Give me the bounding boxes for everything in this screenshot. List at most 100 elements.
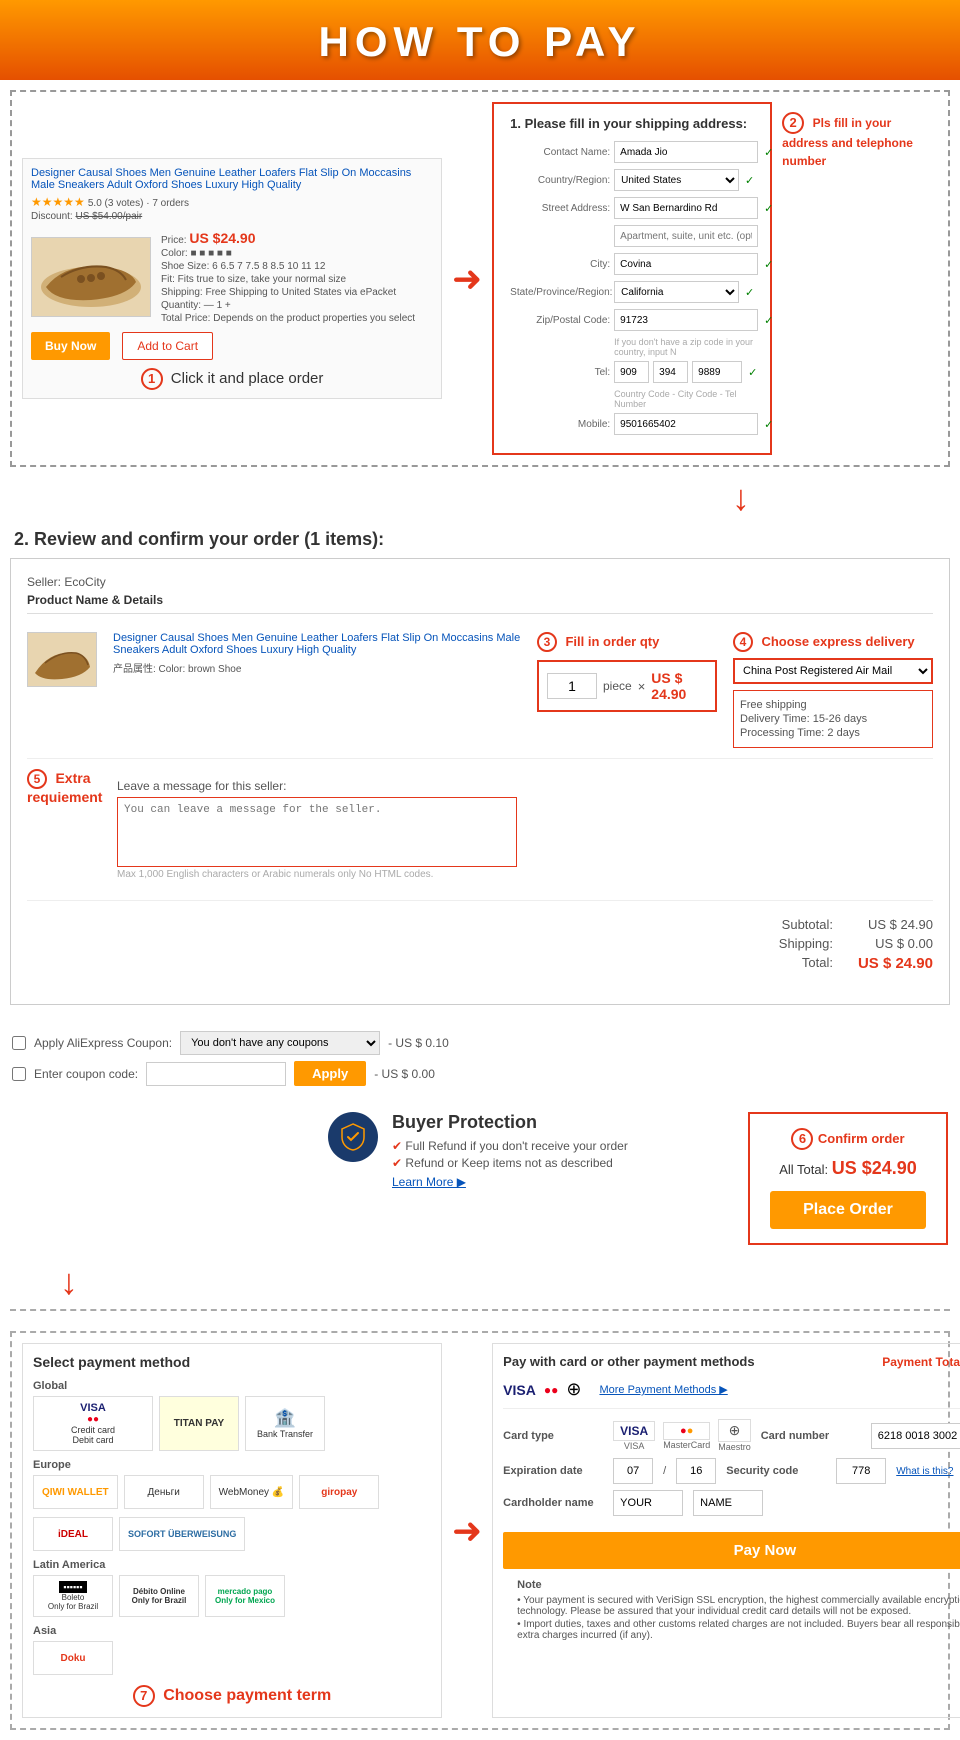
total-value: US $ 24.90 xyxy=(853,955,933,972)
shipping-method-select[interactable]: China Post Registered Air Mail xyxy=(733,658,933,684)
payment-left: Select payment method Global VISA ●● Cre… xyxy=(22,1343,442,1718)
delivery-time: Delivery Time: 15-26 days xyxy=(740,713,926,725)
section1-how-to-pay: Designer Causal Shoes Men Genuine Leathe… xyxy=(10,90,950,467)
buy-now-button[interactable]: Buy Now xyxy=(31,332,110,360)
zip-input[interactable] xyxy=(614,309,758,331)
sofort-text: SOFORT ÜBERWEISUNG xyxy=(128,1529,236,1539)
note-section: Note • Your payment is secured with Veri… xyxy=(503,1569,960,1653)
street2-input[interactable] xyxy=(614,225,758,247)
mobile-label: Mobile: xyxy=(510,419,610,430)
ideal-text: iDEAL xyxy=(58,1529,88,1540)
latin-label: Latin America xyxy=(33,1559,431,1571)
coupon-code-label: Enter coupon code: xyxy=(34,1067,138,1081)
step7-label: 7 Choose payment term xyxy=(33,1685,431,1707)
pm-sofort[interactable]: SOFORT ÜBERWEISUNG xyxy=(119,1517,245,1551)
pay-total: Payment Total US $ 24.90 xyxy=(882,1355,960,1369)
card-number-input[interactable] xyxy=(871,1423,960,1449)
pm-doku[interactable]: Doku xyxy=(33,1641,113,1675)
product-image xyxy=(31,237,151,317)
street-input[interactable] xyxy=(614,197,758,219)
arrow-down-payment-icon: ↓ xyxy=(60,1261,78,1303)
coupon-code-discount: - US $ 0.00 xyxy=(374,1067,435,1081)
cardholder-last-input[interactable] xyxy=(693,1490,763,1516)
pay-now-button[interactable]: Pay Now xyxy=(503,1532,960,1569)
exp-row: Expiration date / Security code What is … xyxy=(503,1458,960,1484)
cardholder-first-input[interactable] xyxy=(613,1490,683,1516)
more-methods-link[interactable]: More Payment Methods ▶ xyxy=(599,1383,727,1396)
qty-input-row: piece × US $ 24.90 xyxy=(537,660,717,712)
pm-dengi[interactable]: Деньги xyxy=(124,1475,204,1509)
coupon-code-checkbox[interactable] xyxy=(12,1067,26,1081)
subtotal-value: US $ 24.90 xyxy=(853,917,933,932)
pm-mercado[interactable]: mercado pagoOnly for Mexico xyxy=(205,1575,285,1617)
confirm-box: 6 Confirm order All Total: US $24.90 Pla… xyxy=(748,1112,948,1245)
state-select[interactable]: California xyxy=(614,281,739,303)
cvv-input[interactable] xyxy=(836,1458,886,1484)
europe-methods2: iDEAL SOFORT ÜBERWEISUNG xyxy=(33,1517,431,1551)
country-select[interactable]: United States xyxy=(614,169,739,191)
pm-webmoney[interactable]: WebMoney 💰 xyxy=(210,1475,294,1509)
pm-ideal[interactable]: iDEAL xyxy=(33,1517,113,1551)
pm-bank[interactable]: 🏦 Bank Transfer xyxy=(245,1396,325,1451)
total-row: Total: US $ 24.90 xyxy=(27,955,933,972)
pm-debito[interactable]: Débito OnlineOnly for Brazil xyxy=(119,1575,199,1617)
check-icon5: ✓ xyxy=(745,286,754,299)
maestro-type: ⊕ Maestro xyxy=(718,1419,751,1452)
qty-unit: piece xyxy=(603,679,632,693)
step5-circle: 5 xyxy=(27,769,47,789)
pm-qiwi[interactable]: QIWI WALLET xyxy=(33,1475,118,1509)
add-to-cart-button[interactable]: Add to Cart xyxy=(122,332,213,360)
state-label: State/Province/Region: xyxy=(510,287,610,298)
cardholder-label: Cardholder name xyxy=(503,1497,603,1509)
place-order-button[interactable]: Place Order xyxy=(770,1191,926,1229)
col-header: Product Name & Details xyxy=(27,593,933,614)
pm-visa[interactable]: VISA ●● Credit cardDebit card xyxy=(33,1396,153,1451)
doku-text: Doku xyxy=(61,1653,86,1664)
zip-note: If you don't have a zip code in your cou… xyxy=(614,337,754,357)
multiply-sign: × xyxy=(638,679,646,694)
mobile-input[interactable] xyxy=(614,413,758,435)
exp-month-input[interactable] xyxy=(613,1458,653,1484)
tel-city-input[interactable] xyxy=(653,361,688,383)
shipping-val: Free Shipping to United States via ePack… xyxy=(205,287,396,298)
card-number-label: Card number xyxy=(761,1430,861,1442)
tel-num-input[interactable] xyxy=(692,361,742,383)
europe-label: Europe xyxy=(33,1459,431,1471)
mc-text: ●● xyxy=(87,1414,99,1425)
total-price: Depends on the product properties you se… xyxy=(213,313,415,324)
pm-titan[interactable]: TITAN PAY xyxy=(159,1396,239,1451)
shipping-method-label: Choose express delivery xyxy=(761,634,914,649)
section3-divider xyxy=(10,1309,950,1311)
visa-text: VISA xyxy=(80,1402,106,1414)
msg-header: Leave a message for this seller: Max 1,0… xyxy=(117,779,933,880)
msg-textarea[interactable] xyxy=(117,797,517,867)
click-label-text: Click it and place order xyxy=(171,370,324,387)
qiwi-text: QIWI WALLET xyxy=(42,1487,109,1498)
pm-giropay[interactable]: giropay xyxy=(299,1475,379,1509)
contact-name-label: Contact Name: xyxy=(510,147,610,158)
step6-circle: 6 xyxy=(791,1128,813,1150)
learn-more-link[interactable]: Learn More ▶ xyxy=(392,1175,466,1189)
exp-year-input[interactable] xyxy=(676,1458,716,1484)
payment-left-title: Select payment method xyxy=(33,1354,431,1370)
city-input[interactable] xyxy=(614,253,758,275)
step1-circle: 1 xyxy=(141,368,163,390)
what-is-link[interactable]: What is this? xyxy=(896,1466,953,1477)
aliexpress-coupon-select[interactable]: You don't have any coupons xyxy=(180,1031,380,1055)
pm-boleto[interactable]: ▪▪▪▪▪▪ BoletoOnly for Brazil xyxy=(33,1575,113,1617)
qty-input[interactable] xyxy=(547,673,597,699)
msg-hint: Max 1,000 English characters or Arabic n… xyxy=(117,869,933,880)
apply-button[interactable]: Apply xyxy=(294,1061,366,1086)
mc-type-label: MasterCard xyxy=(663,1440,710,1450)
card-form: Card type VISA VISA ●● MasterCard ⊕ Maes… xyxy=(503,1419,960,1516)
aliexpress-coupon-checkbox[interactable] xyxy=(12,1036,26,1050)
arrow-down-wrapper: ↓ xyxy=(10,477,950,519)
visa-type-label: VISA xyxy=(613,1441,655,1451)
global-methods: VISA ●● Credit cardDebit card TITAN PAY … xyxy=(33,1396,431,1451)
contact-name-input[interactable] xyxy=(614,141,758,163)
aliexpress-coupon-label: Apply AliExpress Coupon: xyxy=(34,1036,172,1050)
arrow-down-payment-wrapper: ↓ xyxy=(0,1255,960,1309)
coupon-code-input[interactable] xyxy=(146,1062,286,1086)
tel-country-input[interactable] xyxy=(614,361,649,383)
card-logo-row: VISA ●● ⊕ More Payment Methods ▶ xyxy=(503,1379,960,1409)
